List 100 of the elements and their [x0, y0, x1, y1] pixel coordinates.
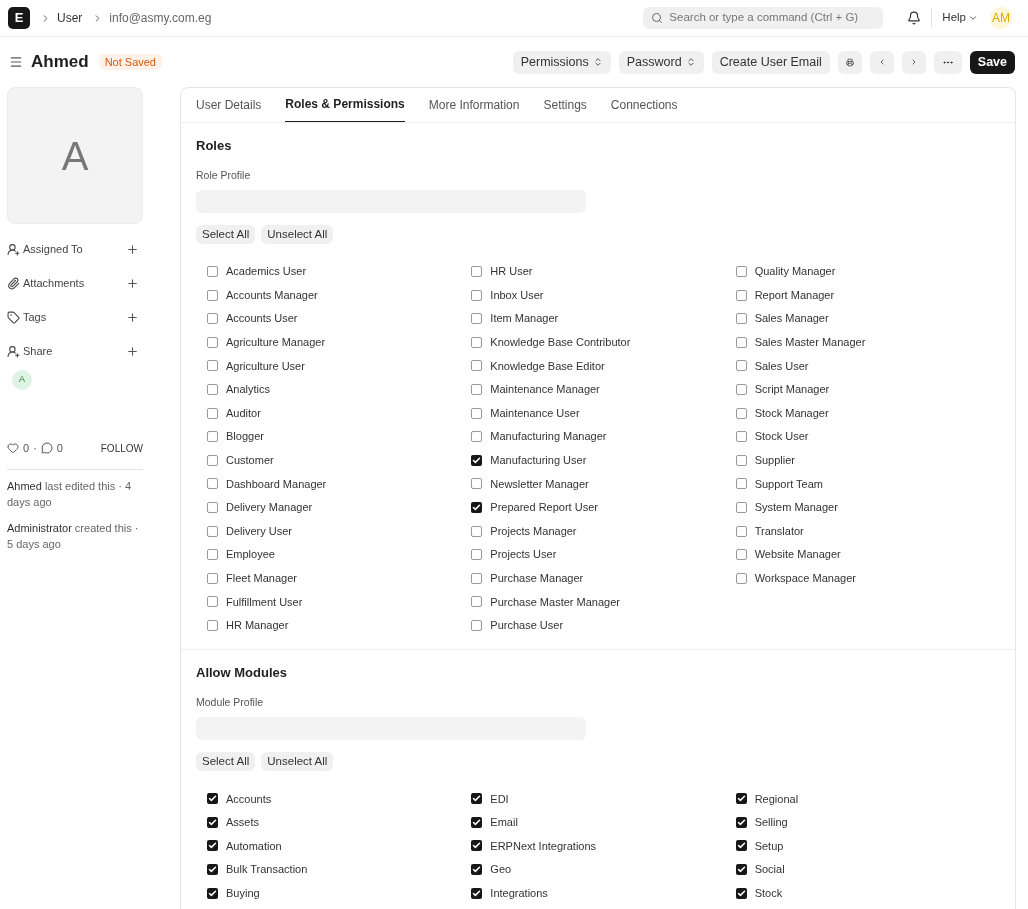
role-checkbox[interactable]: Report Manager: [735, 283, 835, 307]
role-checkbox[interactable]: Agriculture Manager: [207, 330, 326, 355]
checked-box[interactable]: [471, 502, 483, 513]
unselect-all-button[interactable]: Unselect All: [261, 752, 334, 771]
role-checkbox[interactable]: Manufacturing User: [471, 448, 587, 473]
role-checkbox[interactable]: Newsletter Manager: [471, 472, 589, 496]
checked-box[interactable]: [207, 887, 218, 899]
role-checkbox[interactable]: Email: [471, 810, 518, 835]
unchecked-box[interactable]: [735, 572, 747, 584]
print-button[interactable]: [837, 50, 862, 74]
unchecked-box[interactable]: [471, 549, 483, 561]
checked-box[interactable]: [471, 816, 483, 828]
role-checkbox[interactable]: Stock User: [735, 424, 809, 449]
role-checkbox[interactable]: Automation: [207, 834, 282, 858]
role-checkbox[interactable]: HR Manager: [207, 613, 289, 638]
unchecked-box[interactable]: [207, 572, 218, 584]
tab[interactable]: Roles & Permissions: [285, 87, 405, 122]
unchecked-box[interactable]: [735, 360, 747, 372]
unchecked-box[interactable]: [207, 289, 218, 301]
checked-box[interactable]: [735, 887, 747, 899]
unchecked-box[interactable]: [207, 525, 218, 537]
role-checkbox[interactable]: EDI: [471, 787, 509, 811]
dropdown-button[interactable]: Permissions: [512, 50, 611, 74]
role-checkbox[interactable]: ERPNext Integrations: [471, 834, 597, 858]
unchecked-box[interactable]: [207, 360, 218, 372]
role-checkbox[interactable]: System Manager: [735, 495, 838, 520]
role-checkbox[interactable]: Employee: [207, 542, 275, 567]
checked-box[interactable]: [207, 864, 218, 876]
unchecked-box[interactable]: [735, 407, 747, 419]
role-checkbox[interactable]: Analytics: [207, 377, 271, 402]
role-checkbox[interactable]: Fulfillment User: [207, 590, 303, 614]
unchecked-box[interactable]: [735, 313, 747, 325]
unchecked-box[interactable]: [471, 384, 483, 395]
role-checkbox[interactable]: Setup: [735, 834, 784, 858]
role-checkbox[interactable]: Quality Manager: [735, 259, 836, 284]
add-icon[interactable]: [126, 242, 139, 256]
sidebar-action[interactable]: Tags: [7, 308, 47, 326]
role-checkbox[interactable]: Purchase User: [471, 613, 564, 638]
role-checkbox[interactable]: Website Manager: [735, 542, 841, 567]
unchecked-box[interactable]: [471, 431, 483, 443]
role-checkbox[interactable]: Inbox User: [471, 283, 544, 307]
checked-box[interactable]: [207, 793, 218, 805]
role-checkbox[interactable]: Accounts Manager: [207, 283, 318, 307]
breadcrumb-link[interactable]: info@asmy.com.eg: [109, 9, 212, 27]
unchecked-box[interactable]: [207, 619, 218, 631]
sidebar-action[interactable]: Share: [7, 342, 53, 360]
unchecked-box[interactable]: [207, 266, 218, 278]
role-checkbox[interactable]: Sales User: [735, 354, 809, 378]
unchecked-box[interactable]: [735, 431, 747, 443]
role-checkbox[interactable]: Knowledge Base Contributor: [471, 330, 631, 355]
role-checkbox[interactable]: Maintenance Manager: [471, 377, 600, 402]
role-checkbox[interactable]: Workspace Manager: [735, 566, 856, 591]
unchecked-box[interactable]: [207, 336, 218, 348]
role-checkbox[interactable]: Selling: [735, 810, 788, 835]
unchecked-box[interactable]: [207, 502, 218, 513]
role-checkbox[interactable]: Projects Manager: [471, 519, 577, 543]
role-checkbox[interactable]: Prepared Report User: [471, 495, 598, 520]
role-checkbox[interactable]: Bulk Transaction: [207, 857, 308, 882]
tab[interactable]: More Information: [428, 87, 520, 122]
save-button[interactable]: Save: [969, 50, 1015, 74]
checked-box[interactable]: [471, 864, 483, 876]
follow-link[interactable]: FOLLOW: [100, 440, 143, 456]
select-all-button[interactable]: Select All: [196, 752, 256, 771]
checked-box[interactable]: [735, 793, 747, 805]
role-checkbox[interactable]: Script Manager: [735, 377, 830, 402]
search-field[interactable]: Search or type a command (Ctrl + G): [643, 7, 884, 29]
role-checkbox[interactable]: Geo: [471, 857, 512, 882]
role-checkbox[interactable]: Stock: [735, 881, 783, 905]
unchecked-box[interactable]: [735, 525, 747, 537]
role-checkbox[interactable]: Customer: [207, 448, 274, 473]
unchecked-box[interactable]: [735, 336, 747, 348]
unchecked-box[interactable]: [471, 596, 483, 608]
role-checkbox[interactable]: Dashboard Manager: [207, 472, 327, 496]
checked-box[interactable]: [471, 840, 483, 852]
role-checkbox[interactable]: Fleet Manager: [207, 566, 297, 591]
checked-box[interactable]: [207, 816, 218, 828]
unchecked-box[interactable]: [207, 549, 218, 561]
checked-box[interactable]: [471, 793, 483, 805]
unchecked-box[interactable]: [207, 454, 218, 466]
role-checkbox[interactable]: Buying: [207, 881, 260, 905]
sidebar-action[interactable]: Assigned To: [7, 240, 83, 258]
unchecked-box[interactable]: [207, 596, 218, 608]
create-email-button[interactable]: Create User Email: [711, 50, 830, 74]
role-checkbox[interactable]: Supplier: [735, 448, 795, 473]
unchecked-box[interactable]: [471, 478, 483, 490]
unchecked-box[interactable]: [471, 525, 483, 537]
unchecked-box[interactable]: [735, 478, 747, 490]
unchecked-box[interactable]: [735, 549, 747, 561]
role-checkbox[interactable]: Integrations: [471, 881, 548, 905]
unchecked-box[interactable]: [471, 572, 483, 584]
unchecked-box[interactable]: [471, 360, 483, 372]
unchecked-box[interactable]: [471, 289, 483, 301]
role-checkbox[interactable]: Regional: [735, 787, 799, 811]
checked-box[interactable]: [735, 840, 747, 852]
unchecked-box[interactable]: [735, 502, 747, 513]
comment-icon[interactable]: [40, 442, 53, 455]
dropdown-button[interactable]: Password: [618, 50, 704, 74]
role-checkbox[interactable]: Delivery Manager: [207, 495, 313, 520]
unchecked-box[interactable]: [207, 431, 218, 443]
unchecked-box[interactable]: [471, 619, 483, 631]
